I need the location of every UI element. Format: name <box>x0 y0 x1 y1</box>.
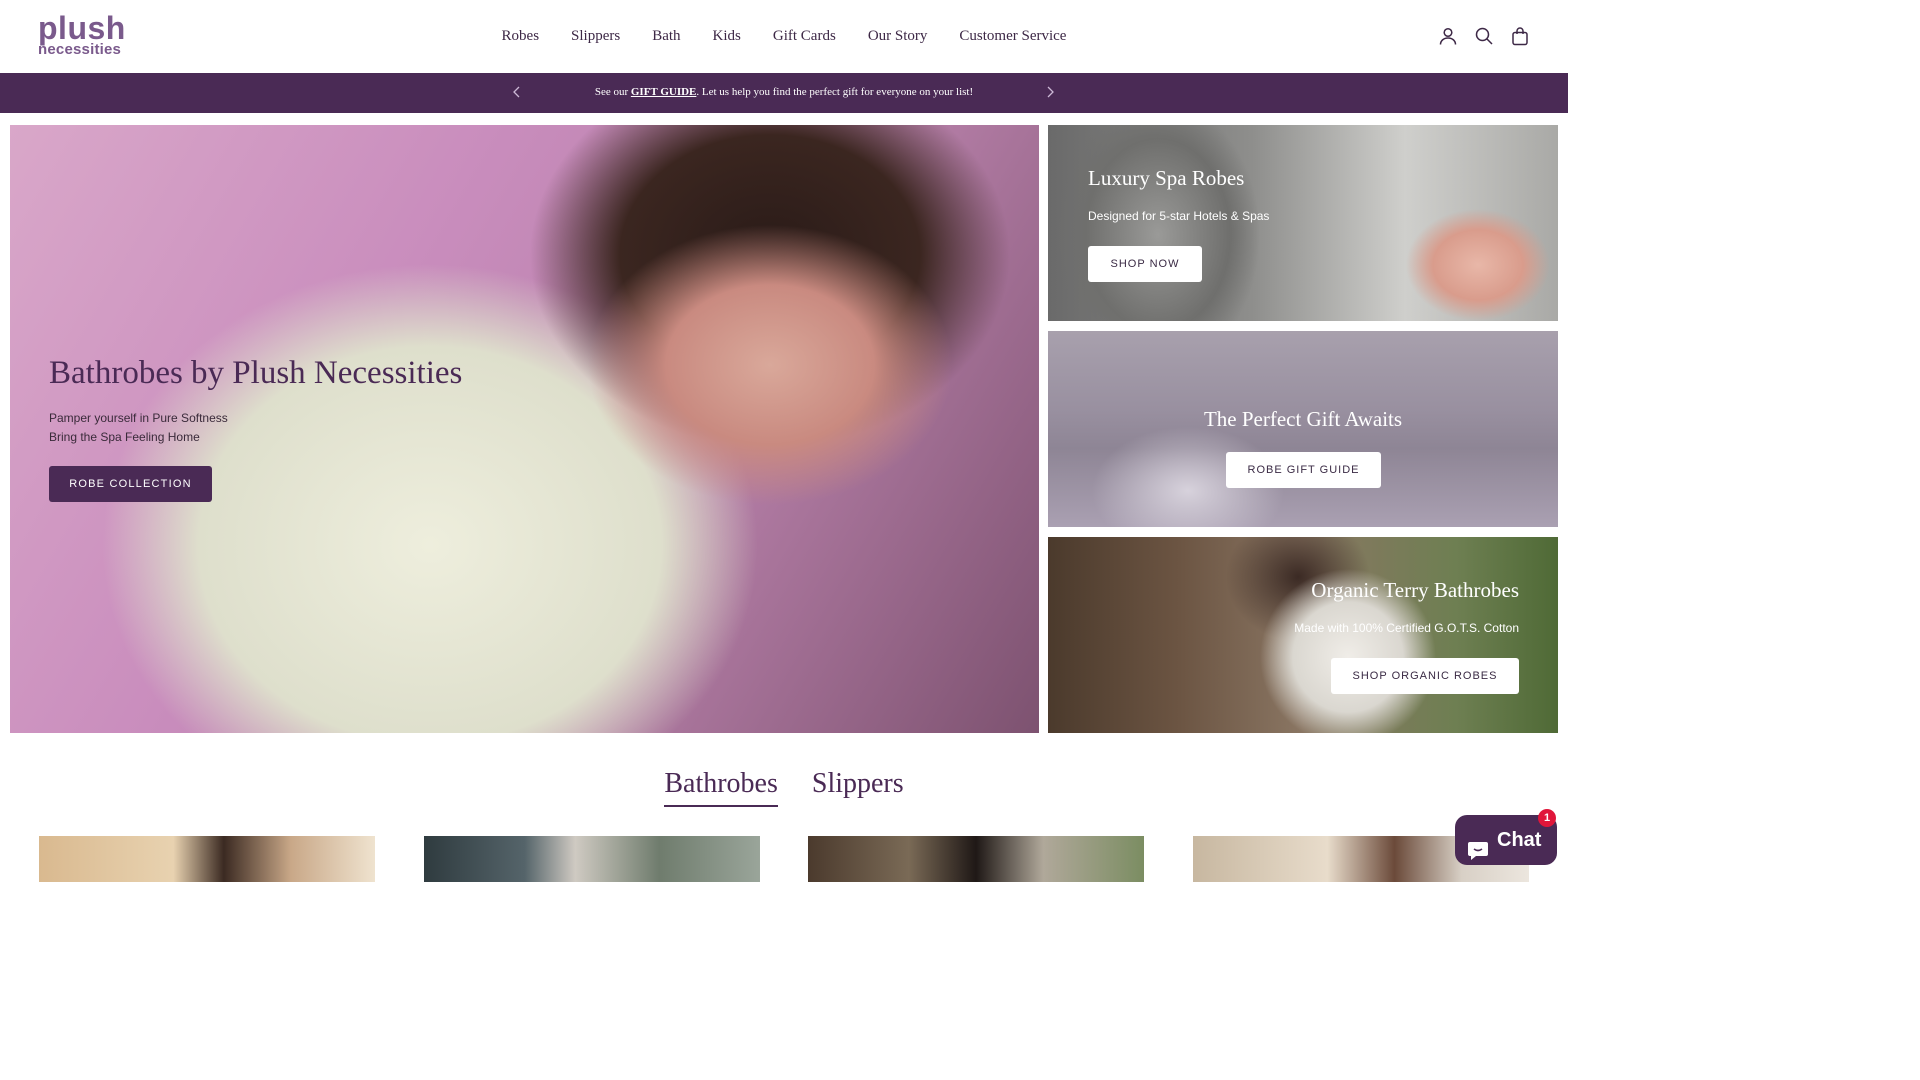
tile-title: Luxury Spa Robes <box>1088 166 1245 190</box>
search-icon[interactable] <box>1474 26 1494 46</box>
gift-guide-link[interactable]: GIFT GUIDE <box>631 86 697 98</box>
nav-item-gift-cards[interactable]: Gift Cards <box>757 28 852 45</box>
site-header: plush necessities Robes Slippers Bath Ki… <box>0 0 1568 73</box>
shop-organic-robes-button[interactable]: SHOP ORGANIC ROBES <box>1331 658 1519 694</box>
main-nav: Robes Slippers Bath Kids Gift Cards Our … <box>0 27 1568 45</box>
header-actions <box>1438 26 1530 46</box>
tab-bathrobes[interactable]: Bathrobes <box>664 768 778 807</box>
tile-subtitle: Designed for 5-star Hotels & Spas <box>1088 209 1270 223</box>
announcement-text: See our GIFT GUIDE. Let us help you find… <box>0 86 1568 98</box>
product-card-image[interactable] <box>424 836 760 882</box>
tile-title: Organic Terry Bathrobes <box>1311 578 1519 602</box>
tile-organic-terry[interactable]: Organic Terry Bathrobes Made with 100% C… <box>1048 537 1558 733</box>
chat-label: Chat <box>1497 829 1542 851</box>
chevron-right-icon[interactable] <box>1043 85 1057 99</box>
tile-perfect-gift[interactable]: The Perfect Gift Awaits ROBE GIFT GUIDE <box>1048 331 1558 527</box>
tab-slippers[interactable]: Slippers <box>812 768 904 805</box>
tile-subtitle: Made with 100% Certified G.O.T.S. Cotton <box>1294 621 1519 635</box>
hero-subtitle-line2: Bring the Spa Feeling Home <box>49 430 200 444</box>
chat-badge: 1 <box>1538 809 1556 827</box>
nav-item-our-story[interactable]: Our Story <box>852 28 944 45</box>
tile-title: The Perfect Gift Awaits <box>1203 407 1403 431</box>
shop-now-button[interactable]: SHOP NOW <box>1088 246 1202 282</box>
robe-gift-guide-button[interactable]: ROBE GIFT GUIDE <box>1226 452 1381 488</box>
nav-item-bath[interactable]: Bath <box>636 28 696 45</box>
tile-luxury-spa-robes[interactable]: Luxury Spa Robes Designed for 5-star Hot… <box>1048 125 1558 321</box>
product-card-image[interactable] <box>39 836 375 882</box>
category-tabs: Bathrobes Slippers <box>0 768 1568 807</box>
hero-banner[interactable]: Bathrobes by Plush Necessities Pamper yo… <box>10 125 1039 733</box>
announcement-bar: See our GIFT GUIDE. Let us help you find… <box>0 73 1568 113</box>
hero-subtitle-line1: Pamper yourself in Pure Softness <box>49 411 228 425</box>
hero-subtitle: Pamper yourself in Pure Softness Bring t… <box>49 409 228 447</box>
nav-item-kids[interactable]: Kids <box>697 28 757 45</box>
bag-icon[interactable] <box>1510 26 1530 46</box>
nav-item-robes[interactable]: Robes <box>486 28 556 45</box>
nav-item-customer-service[interactable]: Customer Service <box>943 28 1082 45</box>
product-card-image[interactable] <box>808 836 1144 882</box>
nav-item-slippers[interactable]: Slippers <box>555 28 636 45</box>
account-icon[interactable] <box>1438 26 1458 46</box>
announcement-suffix: . Let us help you find the perfect gift … <box>696 86 974 98</box>
chat-bubble-icon <box>1467 830 1489 860</box>
hero-title: Bathrobes by Plush Necessities <box>49 355 463 391</box>
announcement-prefix: See our <box>594 86 631 98</box>
chat-button[interactable]: Chat 1 <box>1455 809 1557 865</box>
robe-collection-button[interactable]: ROBE COLLECTION <box>49 466 212 502</box>
